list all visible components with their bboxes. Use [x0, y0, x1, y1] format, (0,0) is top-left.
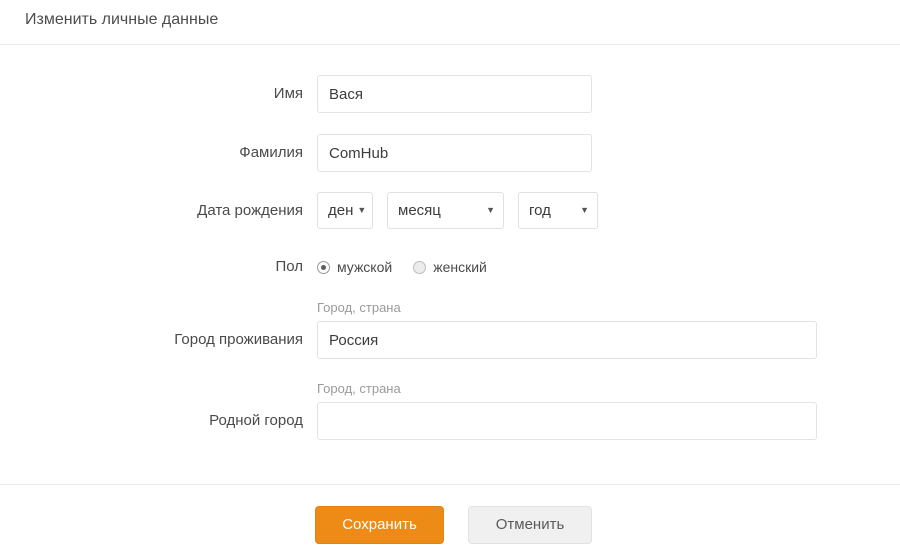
hometown-label: Родной город: [209, 412, 303, 429]
gender-option-female[interactable]: женский: [413, 259, 487, 275]
gender-radio-group: мужской женский: [317, 257, 487, 277]
birth-day-value: ден: [328, 202, 354, 219]
birth-month-value: месяц: [398, 202, 441, 219]
city-of-residence-input[interactable]: [317, 321, 817, 359]
birth-date-label: Дата рождения: [197, 202, 303, 219]
page-title: Изменить личные данные: [25, 11, 219, 28]
birth-day-select[interactable]: ден ▼: [317, 192, 373, 229]
radio-selected-icon: [317, 260, 330, 274]
first-name-input[interactable]: [317, 75, 592, 113]
birth-date-selects: ден ▼ месяц ▼ год ▼: [317, 192, 598, 229]
page-header: Изменить личные данные: [0, 0, 900, 44]
edit-personal-data-page: Изменить личные данные Имя Фамилия Дата …: [0, 0, 900, 554]
gender-option-male[interactable]: мужской: [317, 259, 392, 275]
gender-option-female-label: женский: [433, 259, 487, 275]
header-divider: [0, 44, 900, 45]
chevron-down-icon: ▼: [580, 205, 589, 215]
page-footer: Сохранить Отменить: [0, 485, 900, 554]
save-button[interactable]: Сохранить: [315, 506, 444, 544]
hometown-input[interactable]: [317, 402, 817, 440]
birth-year-select[interactable]: год ▼: [518, 192, 598, 229]
hometown-hint: Город, страна: [317, 381, 401, 396]
chevron-down-icon: ▼: [486, 205, 495, 215]
cancel-button[interactable]: Отменить: [468, 506, 592, 544]
gender-label: Пол: [275, 258, 303, 275]
city-of-residence-label: Город проживания: [174, 331, 303, 348]
last-name-label: Фамилия: [239, 144, 303, 161]
chevron-down-icon: ▼: [357, 205, 367, 215]
gender-option-male-label: мужской: [337, 259, 393, 275]
first-name-label: Имя: [273, 85, 303, 102]
birth-month-select[interactable]: месяц ▼: [387, 192, 504, 229]
radio-unselected-icon: [413, 260, 427, 274]
birth-year-value: год: [529, 202, 551, 219]
last-name-input[interactable]: [317, 134, 592, 172]
city-of-residence-hint: Город, страна: [317, 300, 401, 315]
